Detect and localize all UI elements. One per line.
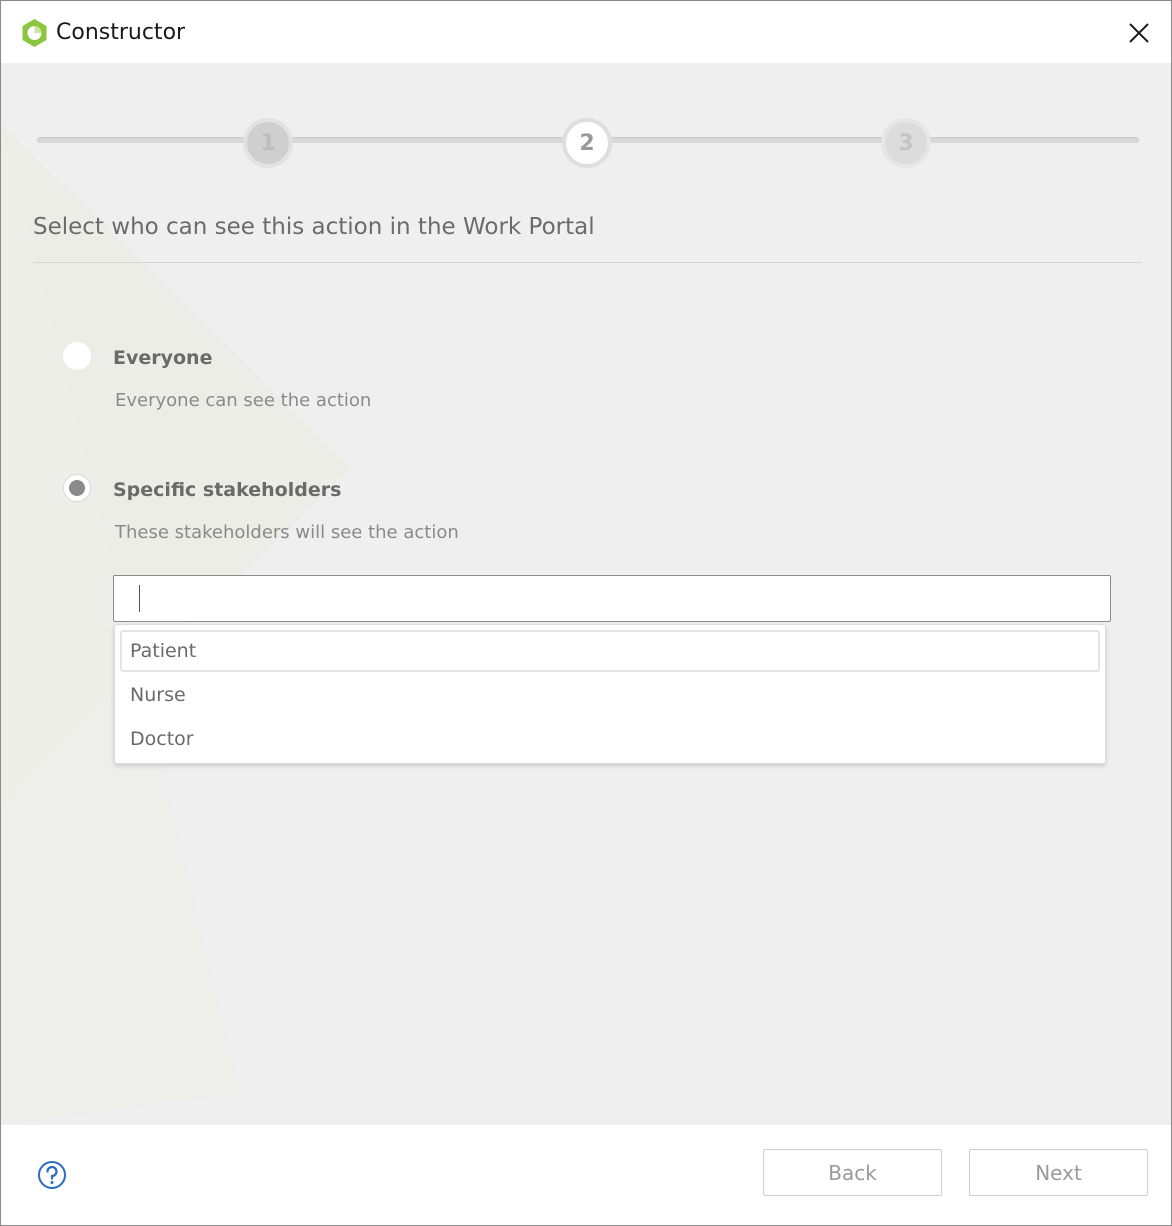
help-icon[interactable] <box>37 1160 67 1190</box>
constructor-logo-icon <box>22 19 47 47</box>
option-everyone-label[interactable]: Everyone <box>113 345 212 371</box>
dialog-footer: Back Next <box>1 1125 1171 1225</box>
step-2-indicator: 2 <box>562 118 612 168</box>
stakeholder-dropdown: Patient Nurse Doctor <box>114 624 1106 764</box>
radio-everyone[interactable] <box>63 342 91 370</box>
next-button[interactable]: Next <box>969 1149 1148 1196</box>
dropdown-item-nurse[interactable]: Nurse <box>120 674 1100 716</box>
stakeholder-search-input[interactable] <box>113 575 1111 622</box>
step-3-indicator: 3 <box>881 118 931 168</box>
option-everyone-description: Everyone can see the action <box>115 390 372 411</box>
dropdown-item-patient[interactable]: Patient <box>120 630 1100 672</box>
constructor-dialog: Constructor 1 2 3 Select who can see thi… <box>0 0 1172 1226</box>
close-button[interactable] <box>1117 11 1161 55</box>
back-button[interactable]: Back <box>763 1149 942 1196</box>
option-specific-stakeholders-label[interactable]: Specific stakeholders <box>113 477 341 503</box>
window-title: Constructor <box>56 20 186 45</box>
title-bar: Constructor <box>1 1 1171 63</box>
text-caret <box>139 585 140 612</box>
page-heading: Select who can see this action in the Wo… <box>33 214 595 240</box>
wizard-content: 1 2 3 Select who can see this action in … <box>1 63 1171 1125</box>
heading-divider <box>33 262 1141 263</box>
radio-specific-stakeholders[interactable] <box>63 474 91 502</box>
close-icon <box>1129 23 1149 43</box>
step-1-indicator: 1 <box>243 118 293 168</box>
dropdown-item-doctor[interactable]: Doctor <box>120 718 1100 760</box>
option-specific-stakeholders-description: These stakeholders will see the action <box>115 522 459 543</box>
